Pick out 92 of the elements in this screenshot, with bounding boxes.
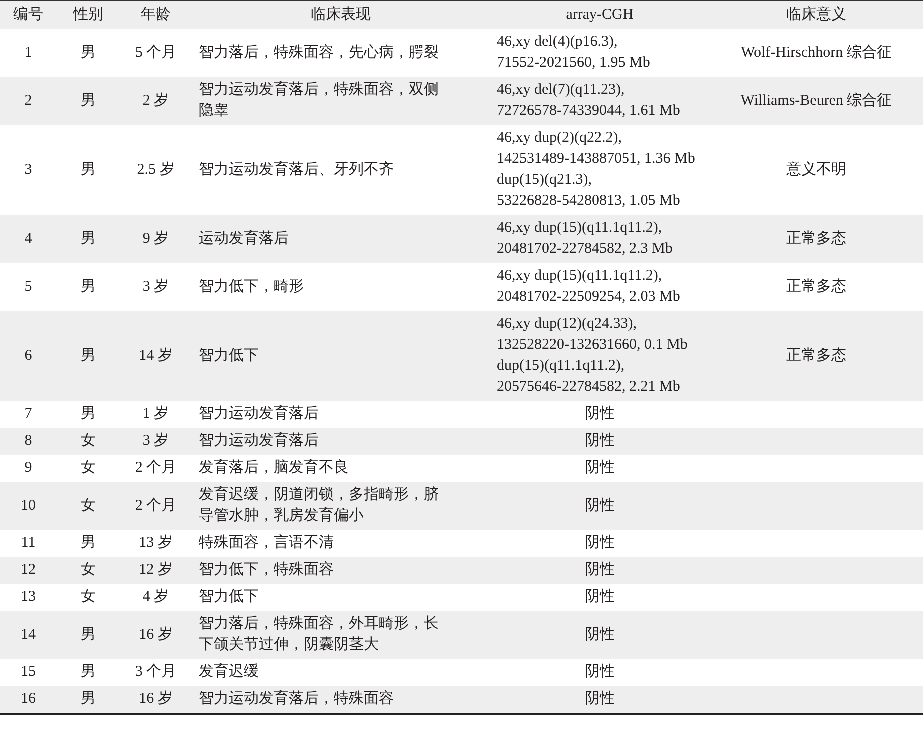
table-cell: 男: [57, 659, 120, 686]
table-cell: 46,xy del(7)(q11.23), 72726578-74339044, 1.61 Mb: [490, 77, 710, 125]
column-header: 临床意义: [710, 0, 923, 29]
table-cell: 女: [57, 584, 120, 611]
table-cell: 智力低下: [192, 311, 490, 401]
table-cell: 男: [57, 311, 120, 401]
table-cell: 10: [0, 482, 57, 530]
table-cell: 16 岁: [120, 686, 192, 714]
table-cell: 智力低下，特殊面容: [192, 557, 490, 584]
table-cell: 智力落后，特殊面容，先心病，腭裂: [192, 29, 490, 77]
table-cell: 发育落后，脑发育不良: [192, 455, 490, 482]
column-header: 临床表现: [192, 0, 490, 29]
table-cell: 1: [0, 29, 57, 77]
table-cell: 12 岁: [120, 557, 192, 584]
table-cell: 阴性: [490, 482, 710, 530]
table-cell: 男: [57, 686, 120, 714]
table-cell: 7: [0, 401, 57, 428]
table-cell: 正常多态: [710, 311, 923, 401]
table-cell: 46,xy del(4)(p16.3), 71552-2021560, 1.95 Mb: [490, 29, 710, 77]
table-cell: 阴性: [490, 686, 710, 714]
table-cell: 女: [57, 557, 120, 584]
table-cell: 8: [0, 428, 57, 455]
table-cell: 15: [0, 659, 57, 686]
table-cell: 13 岁: [120, 530, 192, 557]
table-cell: 男: [57, 263, 120, 311]
table-cell: 9 岁: [120, 215, 192, 263]
table-cell: 2.5 岁: [120, 125, 192, 215]
table-cell: 16: [0, 686, 57, 714]
table-cell: 13: [0, 584, 57, 611]
table-cell: 智力运动发育落后，特殊面容: [192, 686, 490, 714]
table-cell: 正常多态: [710, 215, 923, 263]
table-cell: 男: [57, 401, 120, 428]
table-cell: 智力运动发育落后: [192, 401, 490, 428]
table-cell: 2 岁: [120, 77, 192, 125]
table-cell: 智力运动发育落后、牙列不齐: [192, 125, 490, 215]
table-cell: 3: [0, 125, 57, 215]
table-cell: 智力低下，畸形: [192, 263, 490, 311]
table-cell: 14 岁: [120, 311, 192, 401]
table-cell: 女: [57, 455, 120, 482]
table-cell: 12: [0, 557, 57, 584]
table-cell: 男: [57, 611, 120, 659]
table-cell: 3 个月: [120, 659, 192, 686]
table-cell: 2 个月: [120, 482, 192, 530]
table-cell: 4 岁: [120, 584, 192, 611]
table-cell: 阴性: [490, 455, 710, 482]
table-cell: 阴性: [490, 530, 710, 557]
column-header: array-CGH: [490, 0, 710, 29]
table-cell: 4: [0, 215, 57, 263]
table-cell: 阴性: [490, 557, 710, 584]
table-cell: 男: [57, 29, 120, 77]
table-cell: 发育迟缓，阴道闭锁，多指畸形，脐导管水肿，乳房发育偏小: [192, 482, 490, 530]
column-header: 年龄: [120, 0, 192, 29]
table-cell: 男: [57, 125, 120, 215]
table-cell: 46,xy dup(15)(q11.1q11.2), 20481702-22784582, 2.3 Mb: [490, 215, 710, 263]
table-cell: 2 个月: [120, 455, 192, 482]
table-cell: 阴性: [490, 611, 710, 659]
table-cell: 46,xy dup(12)(q24.33), 132528220-132631660, 0.1 Mb dup(15)(q11.1q11.2), 20575646-22784582, 2.21 Mb: [490, 311, 710, 401]
table-cell: 阴性: [490, 401, 710, 428]
table-cell: 46,xy dup(15)(q11.1q11.2), 20481702-22509254, 2.03 Mb: [490, 263, 710, 311]
table-cell: 阴性: [490, 659, 710, 686]
table-cell: Wolf-Hirschhorn 综合征: [710, 29, 923, 77]
table-cell: 阴性: [490, 584, 710, 611]
table-cell: 男: [57, 77, 120, 125]
table-cell: 智力运动发育落后: [192, 428, 490, 455]
table-cell: Williams-Beuren 综合征: [710, 77, 923, 125]
table-cell: 11: [0, 530, 57, 557]
table-cell: 意义不明: [710, 125, 923, 215]
table-cell: 1 岁: [120, 401, 192, 428]
table-cell: 女: [57, 428, 120, 455]
table-cell: 发育迟缓: [192, 659, 490, 686]
column-header: 编号: [0, 0, 57, 29]
table-cell: 男: [57, 530, 120, 557]
table-cell: 6: [0, 311, 57, 401]
table-cell: 9: [0, 455, 57, 482]
table-cell: 3 岁: [120, 263, 192, 311]
table-cell: 运动发育落后: [192, 215, 490, 263]
table-cell: 16 岁: [120, 611, 192, 659]
table-cell: 智力落后，特殊面容，外耳畸形，长下颌关节过伸，阴囊阴茎大: [192, 611, 490, 659]
table-cell: 5 个月: [120, 29, 192, 77]
column-header: 性别: [57, 0, 120, 29]
table-cell: 5: [0, 263, 57, 311]
table-cell: 46,xy dup(2)(q22.2), 142531489-143887051, 1.36 Mb dup(15)(q21.3), 53226828-54280813, 1.05 Mb: [490, 125, 710, 215]
table-cell: 14: [0, 611, 57, 659]
table-cell: 阴性: [490, 428, 710, 455]
table-cell: 女: [57, 482, 120, 530]
table-cell: 2: [0, 77, 57, 125]
table-cell: 男: [57, 215, 120, 263]
table-cell: 3 岁: [120, 428, 192, 455]
table-cell: 智力运动发育落后，特殊面容，双侧隐睾: [192, 77, 490, 125]
table-cell: 智力低下: [192, 584, 490, 611]
table-cell: 特殊面容，言语不清: [192, 530, 490, 557]
table-cell: 正常多态: [710, 263, 923, 311]
